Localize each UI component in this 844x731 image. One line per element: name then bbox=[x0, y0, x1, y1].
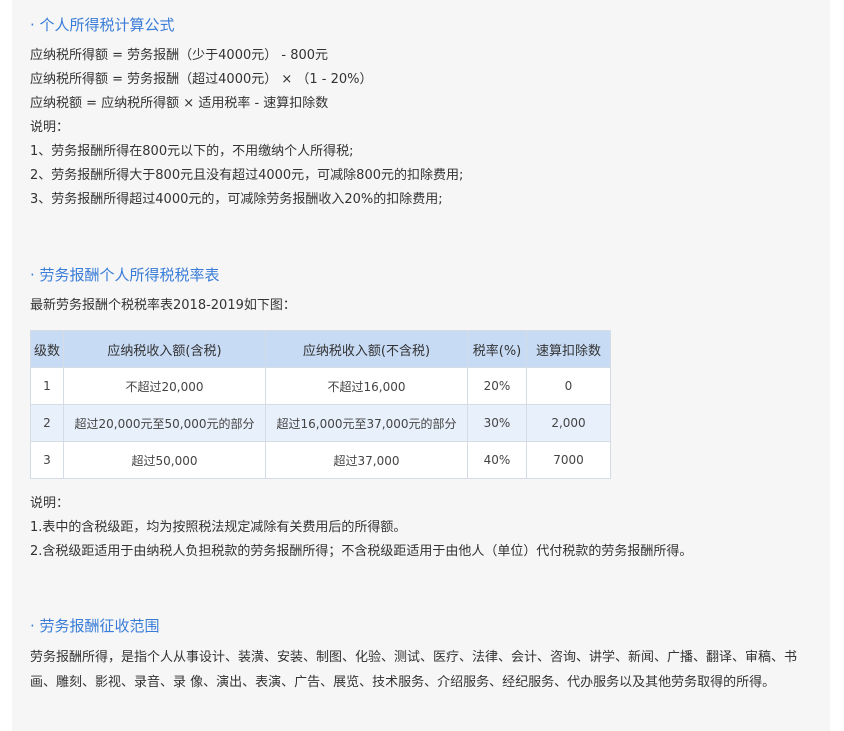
cell-level: 3 bbox=[30, 441, 64, 479]
header-level: 级数 bbox=[30, 330, 64, 368]
cell-deduction: 2,000 bbox=[526, 404, 611, 442]
cell-taxable-excl: 不超过16,000 bbox=[265, 367, 468, 405]
cell-taxable-excl: 超过37,000 bbox=[265, 441, 468, 479]
scope-paragraph: 劳务报酬所得，是指个人从事设计、装潢、安装、制图、化验、测试、医疗、法律、会计、… bbox=[30, 650, 798, 690]
formula-line: 应纳税所得额 = 劳务报酬（少于4000元） - 800元 bbox=[30, 48, 329, 63]
table-row: 2 超过20,000元至50,000元的部分 超过16,000元至37,000元… bbox=[30, 404, 611, 442]
table-header-row: 级数 应纳税收入额(含税) 应纳税收入额(不含税) 税率(%) 速算扣除数 bbox=[30, 330, 611, 368]
cell-rate: 20% bbox=[467, 367, 527, 405]
section-title-formula: · 个人所得税计算公式 bbox=[30, 16, 175, 34]
note-heading: 说明： bbox=[30, 120, 70, 135]
note-line: 2、劳务报酬所得大于800元且没有超过4000元，可减除800元的扣除费用; bbox=[30, 168, 464, 183]
cell-deduction: 7000 bbox=[526, 441, 611, 479]
cell-level: 2 bbox=[30, 404, 64, 442]
header-rate: 税率(%) bbox=[467, 330, 527, 368]
header-taxable-excl: 应纳税收入额(不含税) bbox=[265, 330, 468, 368]
cell-taxable-incl: 超过20,000元至50,000元的部分 bbox=[63, 404, 266, 442]
table-row: 1 不超过20,000 不超过16,000 20% 0 bbox=[30, 367, 611, 405]
section-title-scope: · 劳务报酬征收范围 bbox=[30, 617, 160, 635]
cell-rate: 40% bbox=[467, 441, 527, 479]
header-deduction: 速算扣除数 bbox=[526, 330, 611, 368]
cell-deduction: 0 bbox=[526, 367, 611, 405]
cell-level: 1 bbox=[30, 367, 64, 405]
cell-taxable-incl: 超过50,000 bbox=[63, 441, 266, 479]
note-line: 2.含税级距适用于由纳税人负担税款的劳务报酬所得；不含税级距适用于由他人（单位）… bbox=[30, 544, 693, 559]
section-title-rate-table: · 劳务报酬个人所得税税率表 bbox=[30, 266, 220, 284]
article-panel: · 个人所得税计算公式 应纳税所得额 = 劳务报酬（少于4000元） - 800… bbox=[12, 0, 830, 731]
note-line: 1、劳务报酬所得在800元以下的，不用缴纳个人所得税; bbox=[30, 144, 354, 159]
table-row: 3 超过50,000 超过37,000 40% 7000 bbox=[30, 441, 611, 479]
cell-rate: 30% bbox=[467, 404, 527, 442]
cell-taxable-excl: 超过16,000元至37,000元的部分 bbox=[265, 404, 468, 442]
note-line: 1.表中的含税级距，均为按照税法规定减除有关费用后的所得额。 bbox=[30, 520, 407, 535]
header-taxable-incl: 应纳税收入额(含税) bbox=[63, 330, 266, 368]
formula-line: 应纳税所得额 = 劳务报酬（超过4000元） × （1 - 20%） bbox=[30, 72, 373, 87]
note-heading: 说明： bbox=[30, 496, 70, 511]
cell-taxable-incl: 不超过20,000 bbox=[63, 367, 266, 405]
formula-line: 应纳税额 = 应纳税所得额 × 适用税率 - 速算扣除数 bbox=[30, 96, 329, 111]
tax-rate-table: 级数 应纳税收入额(含税) 应纳税收入额(不含税) 税率(%) 速算扣除数 1 … bbox=[30, 330, 611, 479]
note-line: 3、劳务报酬所得超过4000元的，可减除劳务报酬收入20%的扣除费用; bbox=[30, 192, 443, 207]
table-intro: 最新劳务报酬个税税率表2018-2019如下图： bbox=[30, 298, 296, 313]
